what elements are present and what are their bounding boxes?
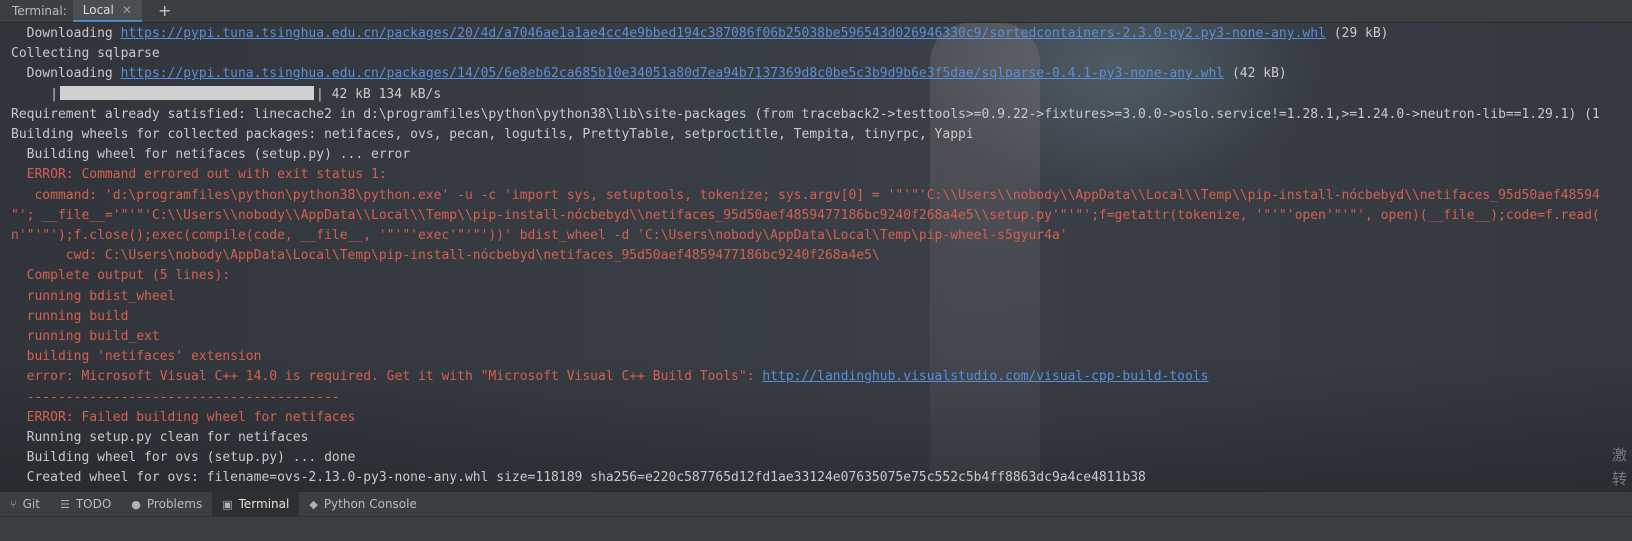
terminal-output[interactable]: Downloading https://pypi.tuna.tsinghua.e…: [0, 23, 1632, 490]
python-icon: ◆: [309, 497, 318, 511]
line-text: cwd: C:\Users\nobody\AppData\Local\Temp\…: [11, 248, 880, 264]
line-text: ERROR: Command errored out with exit sta…: [11, 167, 387, 183]
tool-label: Git: [22, 497, 40, 511]
output-line: Collecting sqlparse: [11, 44, 160, 64]
tool-todo[interactable]: ☰ TODO: [50, 492, 121, 516]
tool-problems[interactable]: ● Problems: [121, 492, 212, 516]
url-link[interactable]: https://pypi.tuna.tsinghua.edu.cn/packag…: [121, 26, 1326, 41]
line-text: |: [11, 86, 58, 102]
error-line: n'"'"');f.close();exec(compile(code, __f…: [11, 226, 1068, 246]
line-text: running bdist_wheel: [11, 288, 176, 304]
close-icon[interactable]: ✕: [122, 3, 132, 17]
line-text: Requirement already satisfied: linecache…: [11, 106, 1600, 122]
error-line: "'; __file__='"'"'C:\\Users\\nobody\\App…: [11, 206, 1600, 226]
side-glyph: 转: [1612, 470, 1628, 488]
tool-window-bar: ⑂ Git ☰ TODO ● Problems ▣ Terminal ◆ Python Conso…: [0, 491, 1632, 516]
line-text: n'"'"');f.close();exec(compile(code, __f…: [11, 228, 1068, 243]
error-line: ERROR: Command errored out with exit sta…: [11, 165, 387, 185]
url-link[interactable]: http://landinghub.visualstudio.com/visua…: [762, 369, 1208, 384]
line-text: ----------------------------------------: [11, 389, 340, 405]
line-suffix: (29 kB): [1325, 26, 1389, 41]
line-text: "'; __file__='"'"'C:\\Users\\nobody\\App…: [11, 207, 1600, 223]
tool-label: Terminal: [238, 497, 290, 511]
tool-label: Problems: [146, 497, 203, 511]
error-line: cwd: C:\Users\nobody\AppData\Local\Temp\…: [11, 246, 880, 266]
tab-local-label: Local: [82, 3, 114, 17]
branch-icon: ⑂: [10, 497, 17, 511]
error-line: ----------------------------------------: [11, 388, 340, 408]
tool-git[interactable]: ⑂ Git: [0, 492, 50, 516]
error-line: running build: [11, 307, 129, 327]
side-glyph: 激: [1612, 446, 1628, 464]
output-line: Building wheel for ovs (setup.py) ... do…: [11, 448, 356, 468]
output-line: | | 42 kB 134 kB/s: [11, 85, 441, 105]
output-line: Downloading https://pypi.tuna.tsinghua.e…: [11, 24, 1389, 44]
output-line: Building wheels for collected packages: …: [11, 125, 974, 145]
line-text: Building wheel for netifaces (setup.py) …: [11, 147, 411, 163]
terminal-icon: ▣: [222, 497, 233, 511]
terminal-tab-bar: Terminal: Local ✕ +: [0, 0, 1632, 23]
line-text: Collecting sqlparse: [11, 46, 160, 62]
background-figure: [930, 23, 1040, 483]
line-text: running build_ext: [11, 329, 160, 344]
output-line: Building wheel for netifaces (setup.py) …: [11, 145, 411, 165]
error-line: running build_ext: [11, 327, 160, 347]
url-link[interactable]: https://pypi.tuna.tsinghua.edu.cn/packag…: [121, 66, 1225, 81]
tool-label: TODO: [75, 497, 112, 511]
line-text: Downloading: [11, 26, 121, 41]
line-text: Complete output (5 lines):: [11, 268, 231, 284]
error-line: running bdist_wheel: [11, 287, 176, 307]
output-line: Running setup.py clean for netifaces: [11, 428, 309, 448]
line-text: Building wheels for collected packages: …: [11, 127, 974, 142]
output-line: Requirement already satisfied: linecache…: [11, 105, 1600, 125]
error-line: building 'netifaces' extension: [11, 347, 262, 367]
line-text: Downloading: [11, 66, 121, 82]
line-text: command: 'd:\programfiles\python\python3…: [11, 187, 1600, 203]
status-bar: [0, 516, 1632, 541]
side-watermark: 激 转: [1612, 443, 1627, 490]
tool-label: Python Console: [323, 497, 417, 511]
terminal-title: Terminal:: [12, 4, 67, 18]
tool-python-console[interactable]: ◆ Python Console: [299, 492, 427, 516]
add-tab-icon[interactable]: +: [158, 3, 171, 19]
download-progress-bar: [59, 85, 314, 100]
output-line: Downloading https://pypi.tuna.tsinghua.e…: [11, 64, 1287, 84]
list-icon: ☰: [59, 497, 70, 511]
line-suffix: | 42 kB 134 kB/s: [315, 86, 442, 102]
line-text: Building wheel for ovs (setup.py) ... do…: [11, 450, 356, 466]
output-line: Created wheel for ovs: filename=ovs-2.13…: [11, 468, 1146, 488]
line-text: building 'netifaces' extension: [11, 349, 262, 365]
error-line: error: Microsoft Visual C++ 14.0 is requ…: [11, 367, 1209, 387]
tool-terminal[interactable]: ▣ Terminal: [212, 492, 300, 516]
line-text: error: Microsoft Visual C++ 14.0 is requ…: [11, 369, 763, 385]
error-line: ERROR: Failed building wheel for netifac…: [11, 408, 356, 428]
line-suffix: (42 kB): [1224, 66, 1287, 82]
error-line: Complete output (5 lines):: [11, 266, 231, 286]
tab-local[interactable]: Local ✕: [72, 0, 142, 22]
line-text: Running setup.py clean for netifaces: [11, 430, 309, 445]
line-text: ERROR: Failed building wheel for netifac…: [11, 409, 356, 425]
info-icon: ●: [131, 497, 141, 511]
line-text: Created wheel for ovs: filename=ovs-2.13…: [11, 470, 1146, 486]
error-line: command: 'd:\programfiles\python\python3…: [11, 186, 1600, 206]
line-text: running build: [11, 308, 129, 324]
